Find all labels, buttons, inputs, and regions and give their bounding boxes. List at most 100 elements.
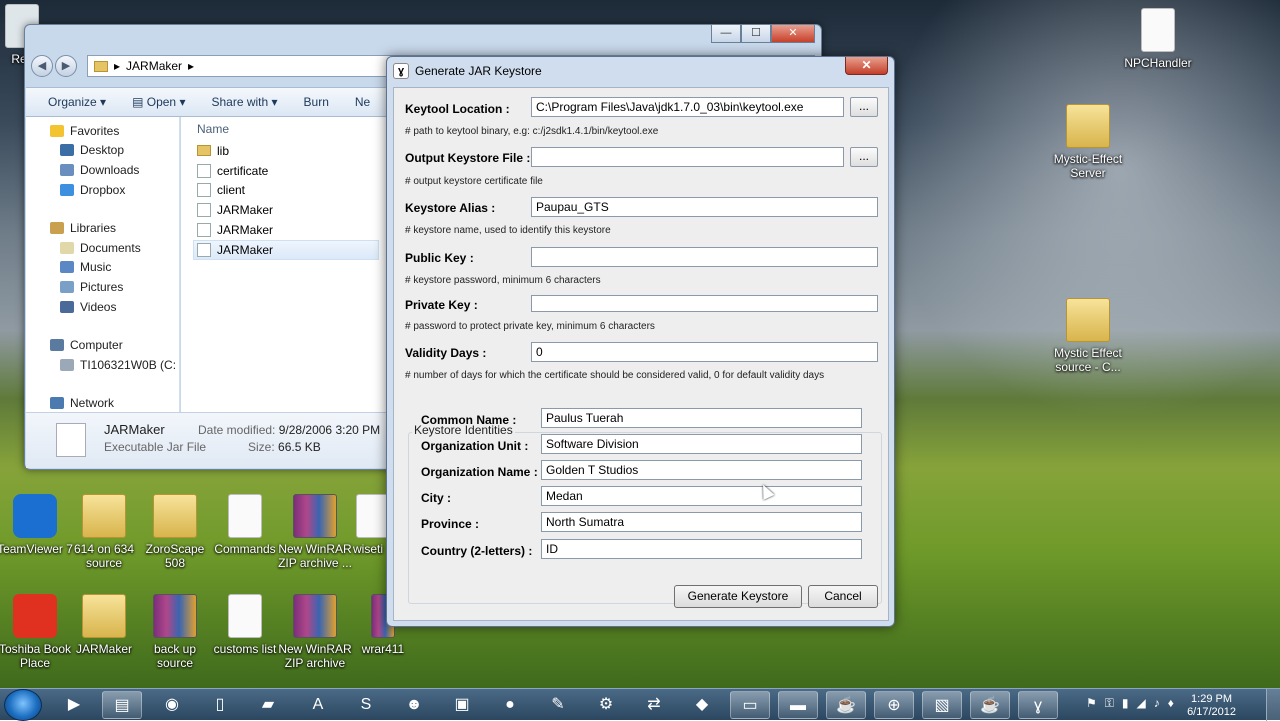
nav-pictures[interactable]: Pictures	[26, 277, 179, 297]
private-key-field[interactable]	[531, 295, 878, 312]
keystore-app-icon[interactable]: ɣ	[1018, 691, 1058, 719]
file-item[interactable]: lib	[181, 141, 387, 161]
chrome-icon[interactable]: ◉	[152, 691, 192, 719]
file-item[interactable]: client	[181, 181, 387, 201]
desktop-icon-label: NPCHandler	[1124, 56, 1192, 70]
desktop-icon-jarmaker[interactable]: JARMaker	[66, 594, 142, 656]
nav-network[interactable]: Network	[26, 394, 179, 413]
file-icon	[197, 223, 211, 238]
minimize-button[interactable]: —	[711, 25, 741, 43]
window-icon[interactable]: ▧	[922, 691, 962, 719]
common-name-field[interactable]: Paulus Tuerah	[541, 408, 862, 428]
desktop-icon-mystic-effect-server[interactable]: Mystic-Effect Server	[1050, 104, 1126, 180]
skype-icon[interactable]: S	[346, 691, 386, 719]
new-folder-button[interactable]: Ne	[355, 95, 370, 109]
map-icon[interactable]: ▰	[248, 691, 288, 719]
organization-unit-field[interactable]: Software Division	[541, 434, 862, 454]
teamviewer-taskbar-icon[interactable]: ⇄	[634, 691, 674, 719]
file-item[interactable]: JARMaker	[181, 220, 387, 240]
country-field[interactable]: ID	[541, 539, 862, 559]
desktop-icon-teamviewer[interactable]: TeamViewer 7	[0, 494, 73, 556]
desktop-icon-wiseti[interactable]: wiseti	[346, 494, 390, 556]
province-field[interactable]: North Sumatra	[541, 512, 862, 532]
generate-keystore-button[interactable]: Generate Keystore	[674, 585, 802, 608]
close-button[interactable]: ✕	[845, 57, 888, 75]
details-date-modified: Date modified: 9/28/2006 3:20 PM	[198, 423, 380, 437]
output-keystore-field[interactable]	[531, 147, 844, 167]
nav-computer[interactable]: Computer	[26, 335, 179, 355]
java-icon[interactable]: ☕	[826, 691, 866, 719]
dropbox-taskbar-icon[interactable]: ◆	[682, 691, 722, 719]
nav-videos[interactable]: Videos	[26, 297, 179, 317]
keytool-browse-button[interactable]: ...	[850, 97, 878, 117]
burn-button[interactable]: Burn	[304, 95, 329, 109]
folder-icon	[1066, 298, 1110, 342]
file-icon	[197, 163, 211, 178]
app-a-icon[interactable]: A	[298, 691, 338, 719]
documents-icon	[60, 241, 74, 254]
nav-libraries[interactable]: Libraries	[26, 218, 179, 238]
clipboard-icon[interactable]: ▣	[442, 691, 482, 719]
column-header-name[interactable]: Name	[181, 117, 387, 141]
desktop-icon-winrar-zip[interactable]: New WinRAR ZIP archive	[277, 594, 353, 670]
dropbox-icon	[60, 183, 74, 196]
desktop-icon-winrar-archive[interactable]: New WinRAR ZIP archive ...	[277, 494, 353, 570]
clock-date: 6/17/2012	[1187, 706, 1236, 718]
nav-dropbox[interactable]: Dropbox	[26, 180, 179, 200]
nav-label: Pictures	[80, 279, 124, 294]
organize-button[interactable]: Organize ▾	[48, 95, 106, 109]
desktop-icon-toshiba-book-place[interactable]: Toshiba Book Place	[0, 594, 73, 670]
explorer-taskbar-icon[interactable]: ▤	[102, 691, 142, 719]
media-player-icon[interactable]: ▶	[54, 691, 94, 719]
breadcrumb[interactable]: JARMaker	[126, 59, 182, 73]
browser-icon[interactable]: ●	[490, 691, 530, 719]
start-button[interactable]	[4, 689, 42, 721]
forward-button[interactable]: ▶	[55, 55, 77, 77]
organization-name-field[interactable]: Golden T Studios	[541, 460, 862, 480]
back-button[interactable]: ◀	[31, 55, 53, 77]
desktop-icon-npchandler[interactable]: NPCHandler	[1120, 8, 1196, 70]
monitor-icon[interactable]: ▭	[730, 691, 770, 719]
share-with-button[interactable]: Share with ▾	[211, 95, 277, 109]
desktop-icon-mystic-effect-source[interactable]: Mystic Effect source - C...	[1050, 298, 1126, 374]
keytool-location-field[interactable]: C:\Program Files\Java\jdk1.7.0_03\bin\ke…	[531, 97, 844, 117]
show-desktop-button[interactable]	[1266, 689, 1280, 721]
dialog-titlebar[interactable]: ɣ Generate JAR Keystore	[393, 59, 542, 83]
globe-icon[interactable]: ⊕	[874, 691, 914, 719]
keystore-alias-field[interactable]: Paupau_GTS	[531, 197, 878, 217]
nav-documents[interactable]: Documents	[26, 238, 179, 258]
file-item[interactable]: certificate	[181, 161, 387, 181]
notepad-icon[interactable]: ▯	[200, 691, 240, 719]
desktop-icon-customs-list[interactable]: customs list	[207, 594, 283, 656]
desktop-icon-commands[interactable]: Commands	[207, 494, 283, 556]
city-field[interactable]: Medan	[541, 486, 862, 506]
people-icon[interactable]: ☻	[394, 691, 434, 719]
paint-icon[interactable]: ✎	[538, 691, 578, 719]
open-button[interactable]: ▤ Open ▾	[132, 95, 185, 109]
public-key-field[interactable]	[531, 247, 878, 267]
open-label: Open	[146, 95, 177, 109]
system-tray[interactable]: ⚑⚿▮◢♪♦	[1086, 696, 1182, 711]
maximize-button[interactable]: ☐	[741, 25, 771, 43]
nav-drive-c[interactable]: TI106321W0B (C:	[26, 355, 179, 375]
file-item-selected[interactable]: JARMaker	[193, 239, 379, 260]
cancel-button[interactable]: Cancel	[808, 585, 878, 608]
app-icon: ɣ	[393, 63, 409, 79]
desktop-icon-back-up-source[interactable]: back up source	[137, 594, 213, 670]
desktop-icon-614-source[interactable]: 614 on 634 source	[66, 494, 142, 570]
nav-music[interactable]: Music	[26, 258, 179, 278]
nav-favorites[interactable]: Favorites	[26, 121, 179, 141]
nav-downloads[interactable]: Downloads	[26, 160, 179, 180]
close-button[interactable]: ✕	[771, 25, 815, 43]
desktop-icon-zoroscape[interactable]: ZoroScape 508	[137, 494, 213, 570]
validity-days-field[interactable]: 0	[531, 342, 878, 362]
cmd-icon[interactable]: ▬	[778, 691, 818, 719]
tools-icon[interactable]: ⚙	[586, 691, 626, 719]
nav-desktop[interactable]: Desktop	[26, 141, 179, 161]
file-list: Name lib certificate client JARMaker JAR…	[181, 117, 387, 413]
explorer-titlebar[interactable]	[25, 25, 821, 45]
clock[interactable]: 1:29 PM 6/17/2012	[1187, 693, 1236, 719]
output-browse-button[interactable]: ...	[850, 147, 878, 167]
java-icon[interactable]: ☕	[970, 691, 1010, 719]
file-item[interactable]: JARMaker	[181, 200, 387, 220]
